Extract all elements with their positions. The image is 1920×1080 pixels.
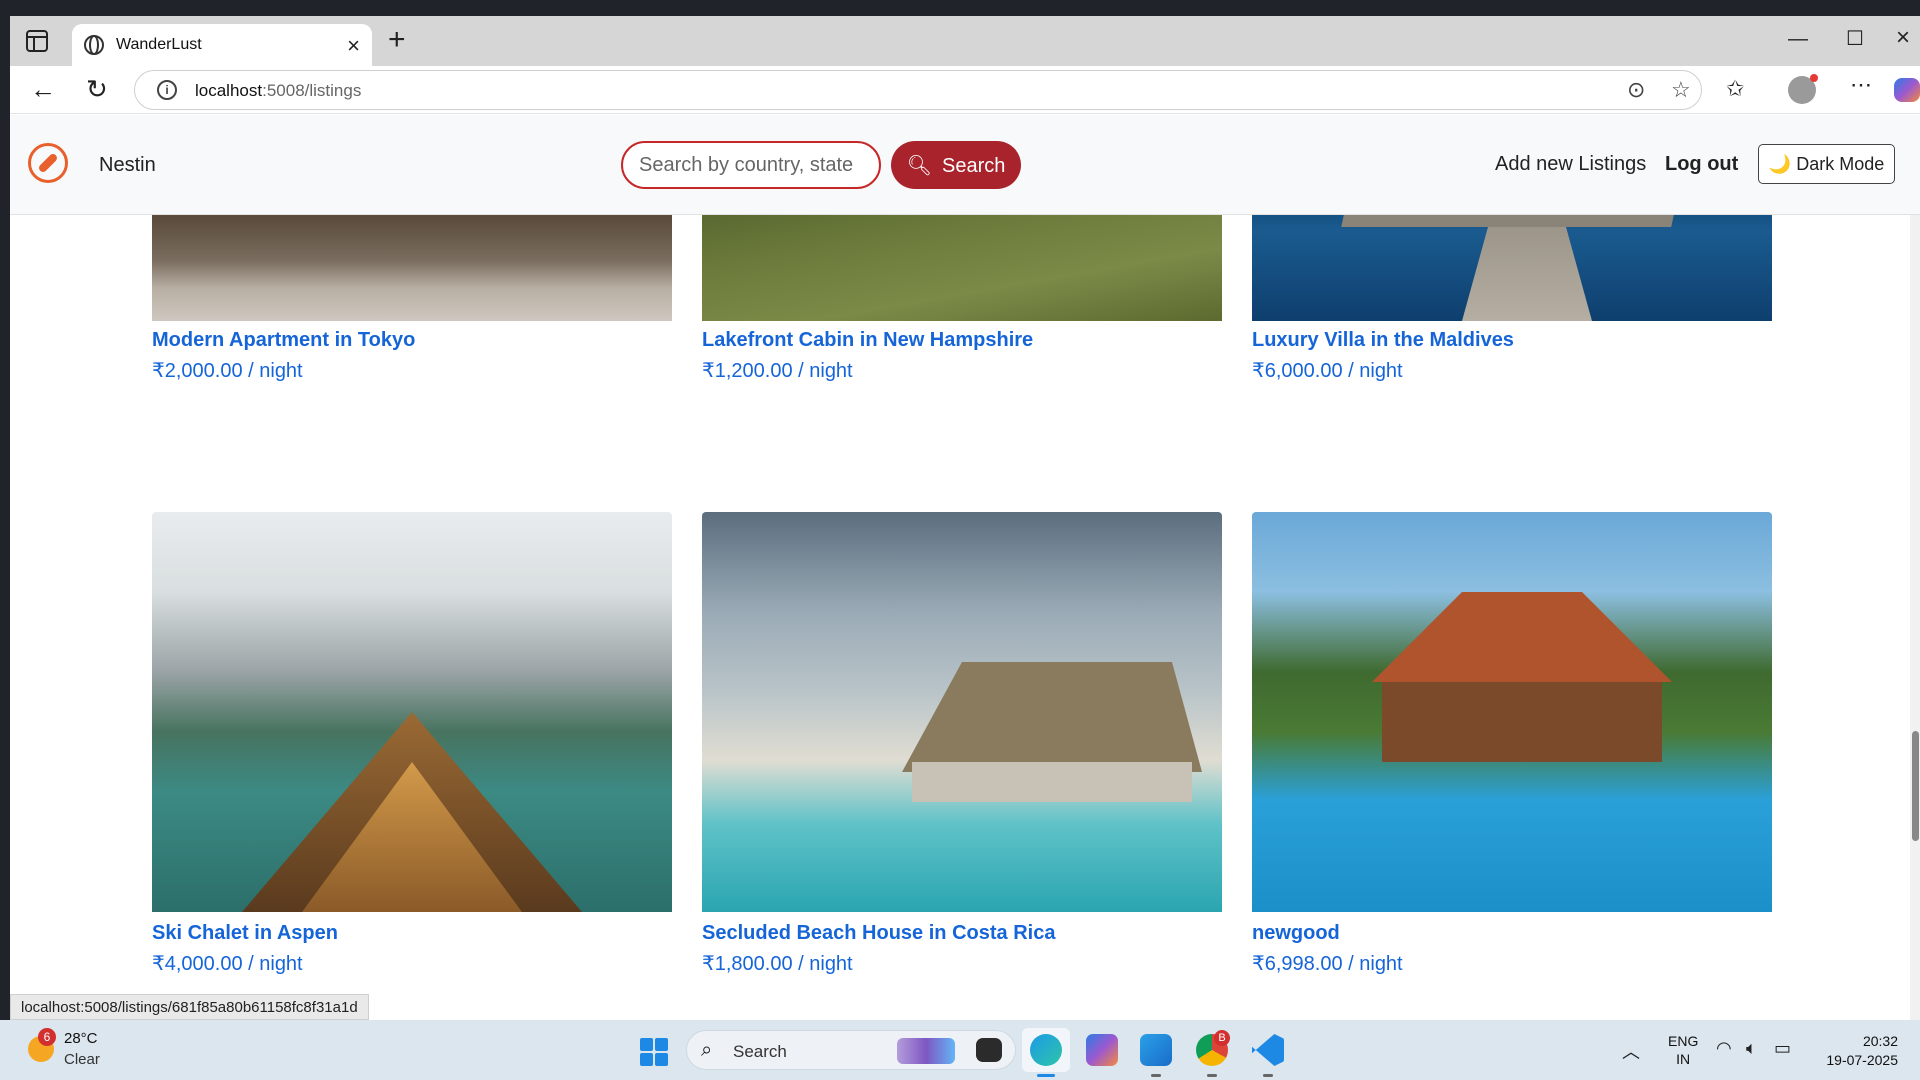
copilot-app-icon[interactable]: [1086, 1034, 1118, 1066]
dark-mode-button[interactable]: 🌙 Dark Mode: [1758, 144, 1895, 184]
windows-start-icon[interactable]: [640, 1038, 668, 1066]
link-status-bar: localhost:5008/listings/681f85a80b61158f…: [10, 994, 369, 1020]
listing-title[interactable]: Luxury Villa in the Maldives: [1252, 329, 1514, 352]
brand-name[interactable]: Nestin: [99, 154, 156, 177]
address-bar[interactable]: i localhost:5008/listings ⊙ ☆: [134, 70, 1702, 110]
scrollbar-thumb[interactable]: [1912, 731, 1919, 841]
globe-icon: [84, 35, 104, 55]
browser-tab[interactable]: WanderLust ×: [72, 24, 372, 66]
system-clock[interactable]: 20:32 19-07-2025: [1818, 1032, 1898, 1070]
region-code: IN: [1676, 1051, 1691, 1067]
profile-notification-dot: [1810, 74, 1818, 82]
site-navbar: Nestin 🔍︎ Search Add new Listings Log out…: [10, 115, 1920, 215]
listing-card[interactable]: Ski Chalet in Aspen ₹4,000.00 / night: [152, 512, 672, 982]
reload-icon[interactable]: ↻: [86, 74, 108, 105]
vscode-icon[interactable]: [1252, 1034, 1284, 1066]
more-menu-icon[interactable]: ⋯: [1850, 72, 1872, 98]
running-indicator: [1151, 1074, 1161, 1077]
listing-card[interactable]: Secluded Beach House in Costa Rica ₹1,80…: [702, 512, 1222, 982]
search-input[interactable]: [621, 141, 881, 189]
running-indicator: [1207, 1074, 1217, 1077]
wifi-icon[interactable]: ◠: [1716, 1038, 1732, 1059]
taskbar-search-label: Search: [733, 1042, 787, 1061]
search-button[interactable]: 🔍︎ Search: [891, 141, 1021, 189]
browser-toolbar: ← ↻ i localhost:5008/listings ⊙ ☆ ✩ ⋯: [10, 66, 1920, 114]
browser-window: WanderLust × + — ☐ × ← ↻ i localhost:500…: [10, 16, 1920, 1020]
search-icon: 🔍︎: [906, 154, 932, 177]
dark-mode-label: Dark Mode: [1796, 153, 1885, 174]
weather-badge: 6: [38, 1028, 56, 1046]
favorites-icon[interactable]: ✩: [1726, 76, 1744, 102]
weather-temperature[interactable]: 28°C: [64, 1030, 98, 1047]
search-highlight-image: [897, 1038, 955, 1064]
site-info-icon[interactable]: i: [157, 80, 177, 100]
listing-title[interactable]: Modern Apartment in Tokyo: [152, 329, 415, 352]
listing-title[interactable]: Lakefront Cabin in New Hampshire: [702, 329, 1033, 352]
listing-price: ₹6,000.00 / night: [1252, 360, 1403, 382]
close-tab-icon[interactable]: ×: [347, 33, 360, 59]
moon-icon: 🌙: [1768, 153, 1792, 174]
chevron-up-icon[interactable]: ︿: [1622, 1038, 1640, 1064]
tab-title: WanderLust: [116, 36, 202, 53]
clock-date: 19-07-2025: [1826, 1052, 1898, 1068]
taskbar: 6 28°C Clear ⌕ Search B ︿ ENG IN ◠ 🔈︎ ▭ …: [0, 1020, 1920, 1080]
taskbar-search[interactable]: ⌕ Search: [686, 1030, 1016, 1070]
chrome-profile-badge: B: [1214, 1030, 1230, 1046]
chat-app-icon[interactable]: [1140, 1034, 1172, 1066]
language-code: ENG: [1668, 1033, 1699, 1049]
task-view-icon[interactable]: [976, 1038, 1002, 1062]
search-button-label: Search: [942, 154, 1006, 177]
favorite-star-icon[interactable]: ☆: [1671, 77, 1691, 103]
listing-price: ₹6,998.00 / night: [1252, 953, 1403, 975]
edge-browser-icon[interactable]: [1030, 1034, 1062, 1066]
reading-mode-icon[interactable]: ⊙: [1627, 77, 1645, 103]
web-page: Nestin 🔍︎ Search Add new Listings Log out…: [10, 115, 1920, 1020]
language-indicator[interactable]: ENG IN: [1668, 1032, 1698, 1068]
search-icon: ⌕: [701, 1039, 713, 1061]
volume-icon[interactable]: 🔈︎: [1746, 1038, 1757, 1059]
back-arrow-icon[interactable]: ←: [30, 74, 56, 105]
close-window-icon[interactable]: ×: [1896, 24, 1910, 52]
logout-link[interactable]: Log out: [1665, 153, 1738, 176]
clock-time: 20:32: [1862, 1033, 1898, 1049]
listing-price: ₹1,200.00 / night: [702, 360, 853, 382]
maximize-icon[interactable]: ☐: [1846, 26, 1864, 51]
new-tab-icon[interactable]: +: [388, 25, 406, 55]
compass-logo-icon[interactable]: [28, 143, 68, 183]
listing-card[interactable]: newgood ₹6,998.00 / night: [1252, 512, 1772, 982]
listing-price: ₹1,800.00 / night: [702, 953, 853, 975]
add-listing-link[interactable]: Add new Listings: [1495, 153, 1646, 176]
listing-image[interactable]: [1252, 512, 1772, 912]
tab-bar: WanderLust × + — ☐ ×: [10, 16, 1920, 66]
url-text: localhost:5008/listings: [195, 81, 362, 100]
listing-price: ₹4,000.00 / night: [152, 953, 303, 975]
minimize-icon[interactable]: —: [1788, 28, 1808, 51]
listing-title[interactable]: Secluded Beach House in Costa Rica: [702, 922, 1055, 945]
listing-price: ₹2,000.00 / night: [152, 360, 303, 382]
page-scrollbar[interactable]: [1910, 115, 1920, 1020]
battery-icon[interactable]: ▭: [1774, 1038, 1791, 1059]
listing-title[interactable]: Ski Chalet in Aspen: [152, 922, 338, 945]
listing-image[interactable]: [152, 512, 672, 912]
listing-title[interactable]: newgood: [1252, 922, 1340, 945]
weather-condition[interactable]: Clear: [64, 1051, 100, 1068]
tab-actions-icon[interactable]: [26, 30, 48, 52]
active-indicator: [1037, 1074, 1055, 1077]
listing-image[interactable]: [702, 512, 1222, 912]
copilot-icon[interactable]: [1894, 78, 1920, 102]
running-indicator: [1263, 1074, 1273, 1077]
